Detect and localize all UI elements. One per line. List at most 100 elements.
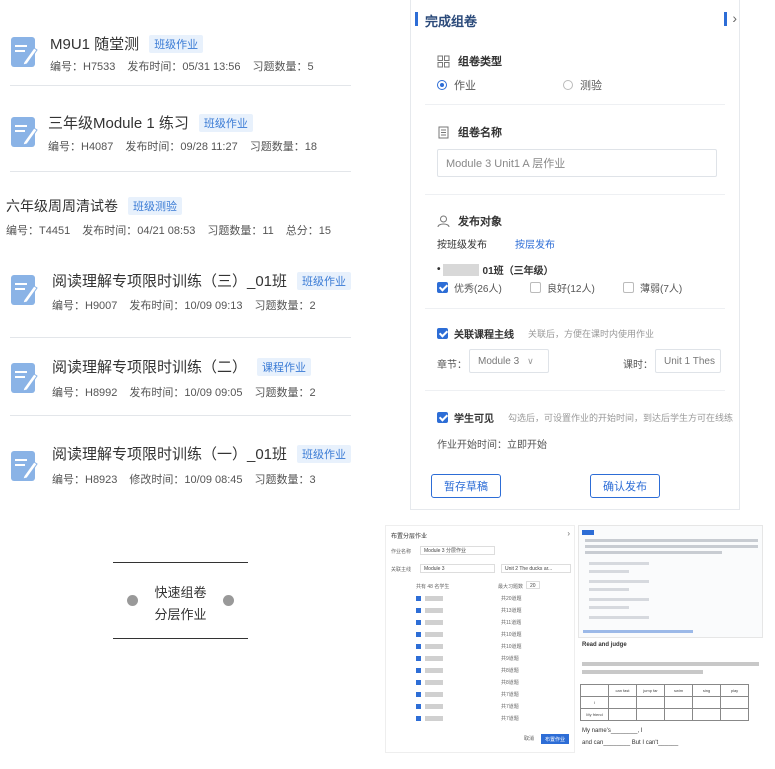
name-label: 作业名称 (391, 549, 412, 555)
class-label: 01班（三年级） (482, 266, 554, 277)
checkbox[interactable] (416, 644, 421, 649)
checkbox[interactable] (416, 620, 421, 625)
chapter-label: 章节： (437, 360, 467, 371)
homework-count: 习题数量：2 (254, 300, 316, 312)
chapter-value: Module 3 (478, 355, 520, 367)
student-visible-hint: 勾选后，可设置作业的开始时间，到达后学生方可在线练 (508, 413, 734, 423)
cancel-button[interactable]: 取消 (524, 735, 534, 742)
name-input[interactable]: Module 3 分层作业 (420, 546, 495, 555)
lesson-select[interactable]: Unit 2 The ducks ar... (501, 564, 571, 573)
action-links[interactable] (583, 630, 693, 633)
homework-document-icon (10, 36, 38, 68)
homework-title[interactable]: 六年级周周清试卷 (6, 196, 118, 216)
checkbox[interactable] (416, 596, 421, 601)
homework-title[interactable]: 三年级Module 1 练习 (48, 112, 189, 133)
homework-title-row: 阅读理解专项限时训练（一）_01班 班级作业 (52, 443, 352, 464)
blurred-text (442, 263, 479, 276)
link-course-toggle[interactable]: 关联课程主线 关联后，方便在课时内使用作业 (437, 326, 654, 341)
feature-caption: 快速组卷 分层作业 (113, 562, 248, 639)
link-course-hint: 关联后，方便在课时内使用作业 (528, 329, 655, 339)
chapter-select[interactable]: Module 3 ∨ (469, 349, 549, 373)
assign-homework-button[interactable]: 布置作业 (541, 734, 569, 744)
close-icon[interactable]: › (732, 10, 737, 26)
homework-item[interactable]: 六年级周周清试卷 班级测验 编号：T4451 发布时间：04/21 08:53 习题… (0, 172, 355, 248)
question-count: 共13道题 (501, 608, 522, 614)
level-option-weak[interactable]: 薄弱(7人) (623, 280, 682, 295)
homework-document-icon (10, 116, 38, 148)
student-row[interactable]: 共10道题 (416, 642, 556, 651)
question-text (585, 545, 758, 548)
student-row[interactable]: 共9道题 (416, 654, 556, 663)
table-row: I (580, 696, 749, 709)
blurred-text (425, 704, 443, 709)
homework-title-row: 三年级Module 1 练习 班级作业 (48, 112, 253, 133)
checkbox[interactable] (416, 692, 421, 697)
homework-time: 发布时间：09/28 11:27 (125, 141, 238, 153)
homework-item[interactable]: 阅读理解专项限时训练（一）_01班 班级作业 编号：H8923 修改时间：10/0… (0, 428, 355, 514)
homework-meta: 编号：T4451 发布时间：04/21 08:53 习题数量：11 总分：15 (6, 222, 343, 238)
worksheet-fill-line: and can________ But I can't______ (582, 740, 679, 746)
homework-item[interactable]: 三年级Module 1 练习 班级作业 编号：H4087 发布时间：09/28 1… (0, 86, 355, 172)
checkbox[interactable] (623, 282, 634, 293)
divider (425, 104, 725, 105)
save-draft-button[interactable]: 暂存草稿 (431, 474, 501, 498)
answer-option (589, 606, 629, 609)
homework-title[interactable]: 阅读理解专项限时训练（一）_01班 (52, 443, 287, 464)
homework-item[interactable]: M9U1 随堂测 班级作业 编号：H7533 发布时间：05/31 13:56 习题… (0, 0, 355, 86)
table-cell (720, 708, 749, 721)
homework-title[interactable]: 阅读理解专项限时训练（二） (52, 356, 247, 377)
grid-icon (437, 55, 450, 67)
homework-title[interactable]: M9U1 随堂测 (50, 33, 139, 54)
checkbox[interactable] (416, 704, 421, 709)
homework-item[interactable]: 阅读理解专项限时训练（二） 课程作业 编号：H8992 发布时间：10/09 09… (0, 340, 355, 426)
checkbox[interactable] (437, 282, 448, 293)
type-option-quiz[interactable]: 测验 (563, 77, 602, 93)
tab-by-class[interactable]: 按班级发布 (437, 240, 487, 251)
question-count: 共10道题 (501, 644, 522, 650)
level-option-good[interactable]: 良好(12人) (530, 280, 595, 295)
checkbox[interactable] (437, 328, 448, 339)
homework-meta: 编号：H7533 发布时间：05/31 13:56 习题数量：5 (50, 58, 326, 74)
table-cell: I (580, 696, 609, 709)
checkbox[interactable] (437, 412, 448, 423)
homework-name-input[interactable]: Module 3 Unit1 A 层作业 (437, 149, 717, 177)
checkbox[interactable] (416, 632, 421, 637)
student-row[interactable]: 共7道题 (416, 702, 556, 711)
confirm-publish-button[interactable]: 确认发布 (590, 474, 660, 498)
homework-document-icon (10, 450, 38, 482)
homework-title-row: 阅读理解专项限时训练（三）_01班 班级作业 (52, 270, 352, 291)
checkbox[interactable] (416, 656, 421, 661)
type-option-homework[interactable]: 作业 (437, 77, 476, 93)
question-count: 共8道题 (501, 680, 519, 686)
radio-icon[interactable] (563, 80, 573, 90)
student-visible-toggle[interactable]: 学生可见 勾选后，可设置作业的开始时间，到达后学生方可在线练 (437, 410, 733, 425)
close-icon[interactable]: › (567, 529, 570, 538)
radio-icon[interactable] (437, 80, 447, 90)
lesson-select[interactable]: Unit 1 Thes (655, 349, 721, 373)
homework-title[interactable]: 阅读理解专项限时训练（三）_01班 (52, 270, 287, 291)
checkbox[interactable] (416, 680, 421, 685)
student-row[interactable]: 共20道题 (416, 594, 556, 603)
checkbox[interactable] (530, 282, 541, 293)
student-row[interactable]: 共7道题 (416, 690, 556, 699)
student-row[interactable]: 共13道题 (416, 606, 556, 615)
chapter-select[interactable]: Module 3 (420, 564, 495, 573)
table-cell (692, 696, 721, 709)
question-tag (582, 530, 594, 535)
checkbox[interactable] (416, 716, 421, 721)
homework-title-row: 阅读理解专项限时训练（二） 课程作业 (52, 356, 312, 377)
level-option-excellent[interactable]: 优秀(26人) (437, 280, 502, 295)
student-row[interactable]: 共10道题 (416, 630, 556, 639)
homework-item[interactable]: 阅读理解专项限时训练（三）_01班 班级作业 编号：H9007 发布时间：10/0… (0, 252, 355, 338)
table-cell: My friend (580, 708, 609, 721)
checkbox[interactable] (416, 608, 421, 613)
max-questions-input[interactable]: 20 (526, 581, 540, 589)
student-row[interactable]: 共8道题 (416, 678, 556, 687)
header-accent-bar (724, 12, 727, 26)
student-row[interactable]: 共8道题 (416, 666, 556, 675)
checkbox[interactable] (416, 668, 421, 673)
question-count: 共11道题 (501, 620, 522, 626)
student-row[interactable]: 共11道题 (416, 618, 556, 627)
student-row[interactable]: 共7道题 (416, 714, 556, 723)
tab-by-layer[interactable]: 按层发布 (515, 240, 555, 251)
